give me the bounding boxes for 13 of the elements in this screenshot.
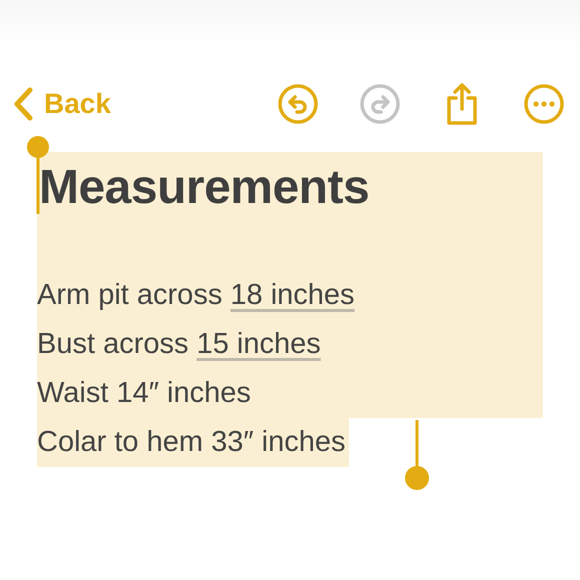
note-title: Measurements [39, 160, 370, 215]
note-line: Bust across 15 inches [37, 327, 322, 362]
note-line: Waist 14″ inches [37, 376, 252, 411]
note-line: Arm pit across 18 inches [37, 278, 356, 313]
undo-icon [278, 84, 318, 124]
measurement-link[interactable]: 18 inches [230, 279, 355, 311]
undo-button[interactable] [276, 82, 320, 126]
more-button[interactable] [522, 82, 566, 126]
chevron-left-icon [12, 86, 34, 122]
measurement-link[interactable]: 15 inches [196, 328, 321, 360]
redo-icon [360, 84, 400, 124]
selection-end-handle[interactable] [405, 420, 429, 492]
more-icon [524, 84, 564, 124]
